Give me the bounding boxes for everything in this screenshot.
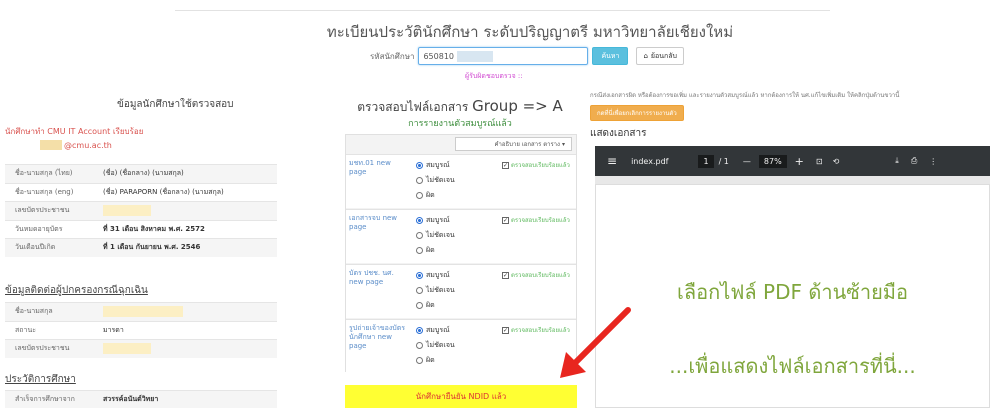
table-row: ชื่อ-นามสกุล (5, 302, 277, 321)
radio-complete[interactable]: สมบูรณ์ (416, 213, 455, 228)
radio-group: สมบูรณ์ ไม่ชัดเจน ผิด (416, 268, 455, 313)
menu-icon[interactable]: ≡ (607, 154, 617, 168)
top-divider (175, 10, 830, 11)
page-title: ทะเบียนประวัตินักศึกษา ระดับปริญญาตรี มห… (326, 23, 734, 41)
pdf-viewer: ≡ index.pdf 1 / 1 — 87% + ⊡ ⟲ ⤓ ⎙ ⋮ เลือ… (595, 146, 990, 408)
pdf-filename: index.pdf (631, 156, 669, 166)
radio-wrong[interactable]: ผิด (416, 188, 455, 203)
radio-wrong[interactable]: ผิด (416, 298, 455, 313)
checkbox-icon: ✓ (502, 161, 509, 169)
home-icon: ⌂ (643, 52, 648, 60)
more-options-icon[interactable]: ⋮ (929, 157, 937, 166)
table-row: สำเร็จการศึกษาจาก สวรรค์อนันต์วิทยา (5, 390, 277, 408)
search-button[interactable]: ค้นหา (592, 47, 629, 65)
document-row: เอกสารจบ new page สมบูรณ์ ไม่ชัดเจน ผิด … (346, 209, 576, 263)
zoom-out-icon[interactable]: — (743, 157, 751, 166)
check-subheading: การรายงานตัวสมบูรณ์แล้ว (408, 119, 512, 129)
table-row: เลขบัตรประชาชน (5, 201, 277, 220)
print-icon[interactable]: ⎙ (911, 156, 917, 166)
student-email: @cmu.ac.th (40, 140, 112, 150)
fit-page-icon[interactable]: ⊡ (816, 157, 823, 166)
table-row: วันเดือนปีเกิด ที่ 1 เดือน กันยายน พ.ศ. 2… (5, 238, 277, 257)
radio-group: สมบูรณ์ ไม่ชัดเจน ผิด (416, 323, 455, 368)
checkbox-icon: ✓ (502, 326, 509, 334)
radio-unclear[interactable]: ไม่ชัดเจน (416, 283, 455, 298)
pdf-placeholder-line1: เลือกไฟล์ PDF ด้านซ้ายมือ (677, 280, 908, 304)
checked-status[interactable]: ✓ ตรวจสอบเรียบร้อยแล้ว (502, 325, 570, 335)
cancel-report-button[interactable]: กดที่นี่เพื่อยกเลิกการรายงานตัว (590, 105, 684, 121)
radio-unclear[interactable]: ไม่ชัดเจน (416, 228, 455, 243)
radio-complete[interactable]: สมบูรณ์ (416, 323, 455, 338)
document-link[interactable]: เอกสารจบ new page (349, 214, 407, 232)
checkbox-icon: ✓ (502, 216, 509, 224)
zoom-level[interactable]: 87% (758, 154, 787, 168)
guardian-table: ชื่อ-นามสกุล สถานะ มารดา เลขบัตรประชาชน (5, 302, 277, 358)
back-button[interactable]: ⌂ ย้อนกลับ (636, 47, 684, 65)
checker-label: ผู้รับผิดชอบตรวจ :: (465, 72, 523, 80)
page-input[interactable]: 1 (698, 154, 714, 168)
table-row: ชื่อ-นามสกุล (eng) (ชื่อ) PARAPORN (ชื่อก… (5, 182, 277, 202)
page-indicator: 1 / 1 (698, 154, 729, 168)
table-row: วันหมดอายุบัตร ที่ 31 เดือน สิงหาคม พ.ศ. … (5, 219, 277, 239)
cancel-note: กรณีส่งเอกสารผิด หรือต้องการขอเพิ่ม และร… (590, 92, 900, 99)
radio-group: สมบูรณ์ ไม่ชัดเจน ผิด (416, 213, 455, 258)
radio-wrong[interactable]: ผิด (416, 243, 455, 258)
description-select[interactable]: คำอธิบาย เอกสาร ตาราง ▾ (455, 137, 572, 151)
document-row: บัตร ปชช. นศ. new page สมบูรณ์ ไม่ชัดเจน… (346, 264, 576, 318)
document-link[interactable]: บัตร ปชช. นศ. new page (349, 269, 407, 287)
pdf-placeholder-line2: ...เพื่อแสดงไฟล์เอกสารที่นี่... (669, 354, 916, 378)
education-table: สำเร็จการศึกษาจาก สวรรค์อนันต์วิทยา (5, 390, 277, 408)
document-link[interactable]: รูปถ่ายเจ้าของบัตร นักศึกษา new page (349, 324, 407, 351)
search-row: รหัสนักศึกษา 650810 ค้นหา ⌂ ย้อนกลับ (370, 47, 684, 65)
document-row: มชท.01 new page สมบูรณ์ ไม่ชัดเจน ผิด ✓ ต… (346, 154, 576, 208)
radio-complete[interactable]: สมบูรณ์ (416, 268, 455, 283)
download-icon[interactable]: ⤓ (895, 156, 899, 166)
checkbox-icon: ✓ (502, 271, 509, 279)
radio-wrong[interactable]: ผิด (416, 353, 455, 368)
checked-status[interactable]: ✓ ตรวจสอบเรียบร้อยแล้ว (502, 160, 570, 170)
checked-status[interactable]: ✓ ตรวจสอบเรียบร้อยแล้ว (502, 215, 570, 225)
table-row: เลขบัตรประชาชน (5, 339, 277, 358)
student-info-heading: ข้อมูลนักศึกษาใช้ตรวจสอบ (117, 99, 234, 110)
check-heading: ตรวจสอบไฟล์เอกสาร Group => A (357, 97, 563, 115)
rotate-icon[interactable]: ⟲ (833, 157, 840, 166)
document-row: รูปถ่ายเจ้าของบัตร นักศึกษา new page สมบ… (346, 319, 576, 373)
pdf-toolbar: ≡ index.pdf 1 / 1 — 87% + ⊡ ⟲ ⤓ ⎙ ⋮ (595, 146, 990, 176)
cmu-account-status: นักศึกษาทำ CMU IT Account เรียบร้อย (5, 127, 144, 136)
table-row: ชื่อ-นามสกุล (ไทย) (ชื่อ) (ชื่อกลาง) (นาม… (5, 164, 277, 183)
checked-status[interactable]: ✓ ตรวจสอบเรียบร้อยแล้ว (502, 270, 570, 280)
radio-complete[interactable]: สมบูรณ์ (416, 158, 455, 173)
student-info-table: ชื่อ-นามสกุล (ไทย) (ชื่อ) (ชื่อกลาง) (นาม… (5, 164, 277, 257)
student-id-input[interactable]: 650810 (418, 47, 589, 65)
student-id-label: รหัสนักศึกษา (370, 51, 415, 61)
ndid-confirmed-banner: นักศึกษายืนยัน NDID แล้ว (345, 385, 577, 408)
radio-group: สมบูรณ์ ไม่ชัดเจน ผิด (416, 158, 455, 203)
caret-down-icon: ▾ (561, 140, 565, 148)
education-heading: ประวัติการศึกษา (5, 374, 76, 385)
document-link[interactable]: มชท.01 new page (349, 159, 407, 177)
zoom-in-icon[interactable]: + (795, 155, 804, 168)
radio-unclear[interactable]: ไม่ชัดเจน (416, 338, 455, 353)
table-row: สถานะ มารดา (5, 320, 277, 340)
radio-unclear[interactable]: ไม่ชัดเจน (416, 173, 455, 188)
viewer-heading: แสดงเอกสาร (590, 128, 647, 139)
guardian-heading: ข้อมูลติดต่อผู้ปกครองกรณีฉุกเฉิน (5, 285, 148, 296)
